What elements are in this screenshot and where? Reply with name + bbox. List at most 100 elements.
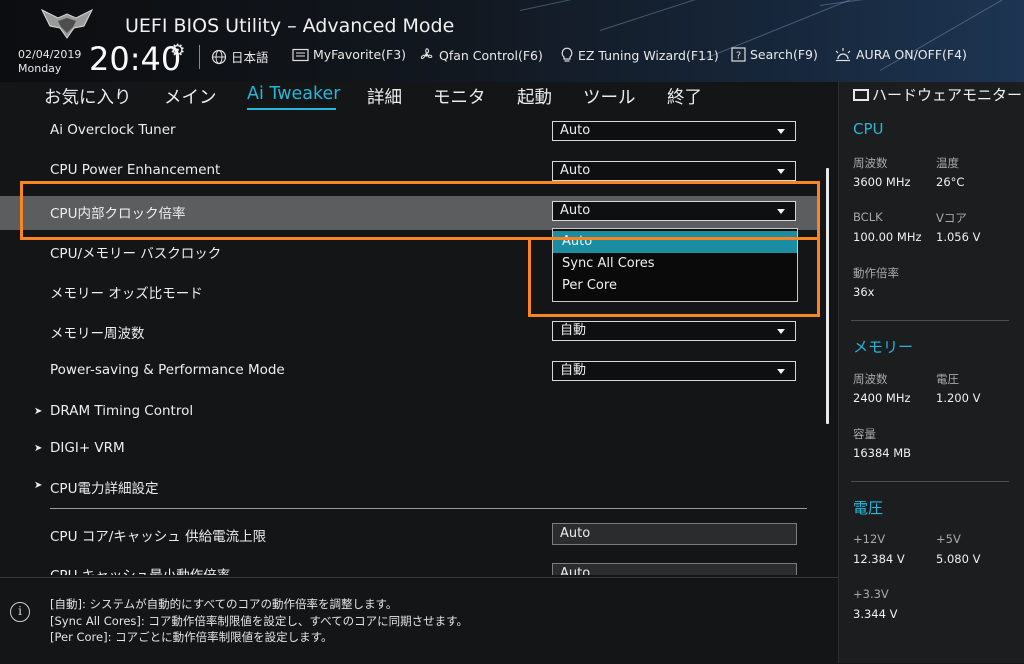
submenu-arrow-icon: ➤ (34, 480, 43, 491)
aura-icon (835, 48, 851, 62)
tab-exit[interactable]: 終了 (667, 84, 702, 109)
submenu-arrow-icon: ➤ (34, 443, 43, 454)
v33-value: 3.344 V (853, 607, 898, 621)
tab-main[interactable]: メイン (164, 84, 217, 109)
help-panel: i [自動]: システムが自動的にすべてのコアの動作倍率を調整します。 [Syn… (0, 577, 838, 664)
active-tab-indicator (247, 108, 336, 110)
v33-label: +3.3V (853, 587, 889, 601)
cpu-temp-label: 温度 (936, 156, 959, 170)
bclk-value: 100.00 MHz (853, 230, 922, 244)
setting-label[interactable]: CPU/メモリー バスクロック (50, 242, 221, 262)
aura-label: AURA ON/OFF(F4) (856, 47, 967, 62)
tab-tool[interactable]: ツール (583, 84, 636, 109)
select-value: 自動 (560, 323, 587, 338)
v12-label: +12V (853, 532, 886, 546)
fan-icon (420, 48, 433, 59)
cpu-freq-label: 周波数 (853, 156, 888, 170)
ratio-label: 動作倍率 (853, 266, 899, 280)
memory-volt-label: 電圧 (936, 372, 959, 386)
setting-label[interactable]: CPU コア/キャッシュ 供給電流上限 (50, 525, 266, 545)
tab-favorites[interactable]: お気に入り (44, 84, 132, 109)
cpu-current-limit-input[interactable]: Auto (552, 523, 797, 545)
cpu-cache-min-ratio-input[interactable]: Auto (552, 563, 797, 575)
memory-frequency-select[interactable]: 自動 (552, 321, 796, 341)
clock-display: 20:40 (89, 40, 182, 78)
qfan-control-label: Qfan Control(F6) (439, 47, 543, 63)
section-divider (851, 481, 1009, 482)
search-button[interactable]: ? Search(F9) (731, 47, 818, 62)
select-value: Auto (560, 163, 591, 178)
scrollbar[interactable] (826, 168, 829, 424)
help-line: [自動]: システムが自動的にすべてのコアの動作倍率を調整します。 (50, 597, 398, 611)
qfan-control-button[interactable]: Qfan Control(F6) (418, 47, 543, 63)
submenu-digi-vrm[interactable]: DIGI+ VRM (50, 440, 125, 456)
cpu-section-title: CPU (853, 120, 884, 138)
memory-volt-value: 1.200 V (936, 391, 981, 405)
language-label: 日本語 (231, 50, 269, 65)
ai-overclock-tuner-select[interactable]: Auto (552, 121, 796, 141)
memory-freq-label: 周波数 (853, 372, 888, 386)
tuf-logo (40, 8, 94, 39)
language-button[interactable]: 日本語 (211, 47, 269, 66)
date-text: 02/04/2019 (18, 48, 82, 61)
setting-label[interactable]: メモリー周波数 (50, 322, 145, 342)
v12-value: 12.384 V (853, 552, 905, 566)
aura-toggle-button[interactable]: AURA ON/OFF(F4) (834, 47, 967, 62)
highlight-box-setting (20, 181, 820, 240)
caret-down-icon (777, 169, 785, 174)
myfavorite-label: MyFavorite(F3) (313, 47, 407, 62)
caret-down-icon (777, 329, 785, 334)
header-decoration (599, 0, 886, 31)
tab-ai-tweaker[interactable]: Ai Tweaker (247, 84, 340, 104)
header-separator (199, 45, 200, 69)
highlight-box-dropdown (528, 237, 820, 317)
help-line: [Sync All Cores]: コア動作倍率制限値を設定し、すべてのコアに同… (50, 614, 468, 628)
hardware-monitor-panel: ハードウェアモニター CPU 周波数 温度 3600 MHz 26°C BCLK… (838, 82, 1024, 663)
clock-settings-gear-icon[interactable]: ⚙ (170, 41, 185, 61)
ez-tuning-wizard-button[interactable]: EZ Tuning Wizard(F11) (560, 47, 719, 63)
ratio-value: 36x (853, 285, 875, 299)
submenu-dram-timing-control[interactable]: DRAM Timing Control (50, 403, 193, 419)
search-label: Search(F9) (750, 47, 818, 62)
setting-label[interactable]: メモリー オッズ比モード (50, 282, 203, 302)
hardware-monitor-title-text: ハードウェアモニター (872, 86, 1023, 104)
section-divider (851, 320, 1009, 321)
help-line: [Per Core]: コアごとに動作倍率制限値を設定します。 (50, 630, 333, 644)
memory-capacity-label: 容量 (853, 427, 876, 441)
setting-label[interactable]: Ai Overclock Tuner (50, 122, 176, 138)
myfavorite-button[interactable]: MyFavorite(F3) (292, 47, 406, 62)
power-saving-mode-select[interactable]: 自動 (552, 361, 796, 381)
tab-advanced[interactable]: 詳細 (367, 84, 402, 109)
tab-boot[interactable]: 起動 (517, 84, 552, 109)
select-value: 自動 (560, 363, 587, 378)
caret-down-icon (777, 129, 785, 134)
cpu-freq-value: 3600 MHz (853, 175, 911, 189)
setting-label[interactable]: CPU Power Enhancement (50, 162, 220, 178)
v5-label: +5V (936, 532, 961, 546)
date-display: 02/04/2019 Monday (18, 48, 81, 76)
section-divider (50, 508, 807, 509)
setting-label[interactable]: CPU キャッシュ最小動作倍率 (50, 564, 230, 575)
search-icon: ? (731, 47, 746, 62)
memory-freq-value: 2400 MHz (853, 391, 911, 405)
cpu-power-enhancement-select[interactable]: Auto (552, 161, 796, 181)
lightbulb-icon (561, 47, 573, 62)
hardware-monitor-title: ハードウェアモニター (853, 86, 1023, 105)
globe-icon (211, 49, 227, 64)
header-decoration (519, 0, 775, 11)
day-text: Monday (18, 62, 62, 75)
memory-capacity-value: 16384 MB (853, 446, 912, 460)
submenu-arrow-icon: ➤ (34, 406, 43, 417)
vcore-value: 1.056 V (936, 230, 981, 244)
memory-section-title: メモリー (853, 338, 914, 356)
info-icon: i (10, 602, 30, 622)
setting-label[interactable]: Power-saving & Performance Mode (50, 362, 285, 378)
submenu-cpu-power-settings[interactable]: CPU電力詳細設定 (50, 477, 158, 497)
ez-tuning-wizard-label: EZ Tuning Wizard(F11) (578, 47, 719, 63)
app-title: UEFI BIOS Utility – Advanced Mode (125, 15, 455, 37)
v5-value: 5.080 V (936, 552, 981, 566)
svg-text:?: ? (736, 50, 741, 61)
voltage-section-title: 電圧 (853, 499, 884, 517)
favorite-icon (292, 48, 309, 61)
tab-monitor[interactable]: モニタ (433, 84, 486, 109)
